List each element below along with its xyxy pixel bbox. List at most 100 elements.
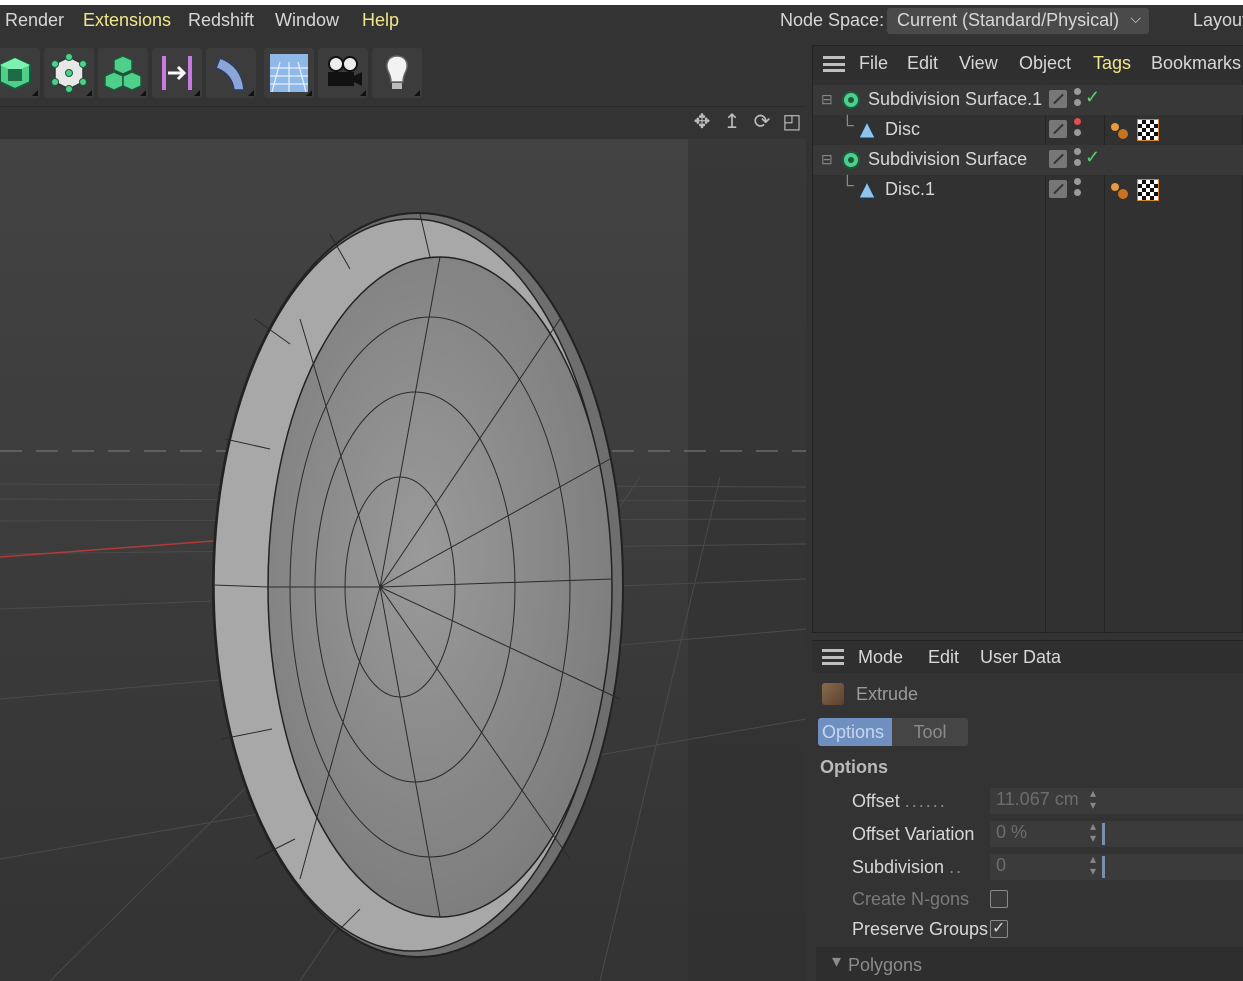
polygons-section-header[interactable]: ▾ Polygons	[816, 947, 1243, 981]
offset-slider[interactable]	[1102, 788, 1243, 814]
create-ngons-label: Create N-gons	[852, 889, 970, 909]
polygons-section-label: Polygons	[848, 955, 923, 975]
layout-label[interactable]: Layout	[1193, 10, 1243, 31]
object-row[interactable]: ⊟ Subdivision Surface ✓	[813, 145, 1243, 175]
offset-variation-input[interactable]: 0 % ▴ ▾	[990, 820, 1102, 847]
object-name[interactable]: Disc.1	[885, 179, 935, 200]
uvw-tag-icon[interactable]	[1137, 179, 1159, 201]
collapse-toggle-icon[interactable]: ⊟	[821, 151, 833, 168]
offset-label: Offset ......	[852, 791, 947, 811]
edit-visibility-icon[interactable]	[1049, 180, 1067, 198]
move-view-icon[interactable]: ✥	[690, 110, 714, 134]
subdivision-surface-icon	[842, 91, 860, 109]
om-menu-object[interactable]: Object	[1019, 53, 1071, 74]
menu-render[interactable]: Render	[5, 10, 64, 31]
object-row[interactable]: └ Disc.1	[813, 175, 1243, 205]
tab-options[interactable]: Options	[818, 718, 892, 746]
edit-visibility-icon[interactable]	[1049, 150, 1067, 168]
rotate-view-icon[interactable]: ⟳	[750, 110, 774, 134]
camera-icon	[328, 56, 362, 86]
light-tool-button[interactable]	[372, 48, 422, 98]
object-name[interactable]: Subdivision Surface.1	[868, 89, 1042, 110]
spinner-arrows-icon[interactable]: ▴ ▾	[1090, 853, 1096, 877]
main-menubar: Render Extensions Redshift Window Help N…	[0, 5, 1243, 37]
edit-visibility-icon[interactable]	[1049, 120, 1067, 138]
om-menu-tags[interactable]: Tags	[1093, 53, 1131, 74]
uvw-tag-icon[interactable]	[1137, 119, 1159, 141]
disc-mesh	[212, 212, 624, 958]
floor-icon	[270, 54, 308, 93]
attribute-manager-menubar: Mode Edit User Data	[812, 641, 1243, 673]
offset-variation-label: Offset Variation	[852, 824, 975, 844]
menu-extensions[interactable]: Extensions	[83, 10, 171, 31]
viewport-header: ✥ ↥ ⟳ ◰	[0, 107, 806, 139]
am-menu-edit[interactable]: Edit	[928, 647, 959, 668]
hamburger-menu-icon[interactable]	[823, 56, 845, 72]
polygon-tool-button[interactable]	[44, 48, 94, 98]
menu-help[interactable]: Help	[362, 10, 399, 31]
polygon-object-icon	[858, 120, 876, 139]
cube-tool-button[interactable]	[0, 48, 40, 98]
om-menu-edit[interactable]: Edit	[907, 53, 938, 74]
visibility-dots-icon[interactable]	[1074, 88, 1082, 112]
node-space-value: Current (Standard/Physical)	[897, 10, 1120, 30]
menu-window[interactable]: Window	[275, 10, 339, 31]
floor-tool-button[interactable]	[264, 48, 314, 98]
spinner-arrows-icon[interactable]: ▴ ▾	[1090, 820, 1096, 844]
am-menu-mode[interactable]: Mode	[858, 647, 903, 668]
tab-tool[interactable]: Tool	[892, 718, 968, 746]
object-row[interactable]: ⊟ Subdivision Surface.1 ✓	[813, 85, 1243, 115]
offset-input[interactable]: 11.067 cm ▴ ▾	[990, 787, 1102, 814]
object-manager-menubar: File Edit View Object Tags Bookmarks	[813, 46, 1243, 80]
camera-tool-button[interactable]	[318, 48, 368, 98]
node-space-label: Node Space:	[780, 10, 885, 30]
polygon-mesh-icon	[51, 53, 87, 93]
light-icon	[386, 55, 408, 89]
visibility-dots-icon[interactable]	[1074, 148, 1082, 172]
object-name[interactable]: Disc	[885, 119, 920, 140]
collapse-toggle-icon[interactable]: ⊟	[821, 91, 833, 108]
bend-deformer-button[interactable]	[206, 48, 256, 98]
object-row[interactable]: └ Disc	[813, 115, 1243, 145]
offset-variation-slider[interactable]	[1102, 821, 1243, 847]
tool-title: Extrude	[856, 684, 919, 704]
tree-connector: └	[841, 175, 854, 195]
spline-align-button[interactable]	[152, 48, 202, 98]
om-menu-view[interactable]: View	[959, 53, 998, 74]
spinner-arrows-icon[interactable]: ▴ ▾	[1090, 787, 1096, 811]
edit-visibility-icon[interactable]	[1049, 90, 1067, 108]
attribute-manager-panel: Mode Edit User Data Extrude Options Tool…	[812, 640, 1243, 981]
viewport-scene	[0, 139, 806, 981]
zoom-view-icon[interactable]: ↥	[720, 110, 744, 134]
subdivision-input[interactable]: 0 ▴ ▾	[990, 853, 1102, 880]
cloner-icon	[104, 55, 142, 91]
create-ngons-checkbox[interactable]	[990, 890, 1008, 908]
preserve-groups-checkbox[interactable]	[990, 918, 1008, 938]
node-space-dropdown[interactable]: Current (Standard/Physical) ⌵	[887, 8, 1149, 34]
3d-viewport[interactable]: ✥ ↥ ⟳ ◰	[0, 106, 806, 981]
material-tag-icon[interactable]	[1109, 181, 1131, 201]
visibility-dots-icon[interactable]	[1074, 178, 1082, 202]
object-name[interactable]: Subdivision Surface	[868, 149, 1027, 170]
om-menu-bookmarks[interactable]: Bookmarks	[1151, 53, 1241, 74]
enabled-check-icon[interactable]: ✓	[1085, 87, 1100, 108]
cloner-tool-button[interactable]	[98, 48, 148, 98]
preserve-groups-label: Preserve Groups	[852, 919, 989, 939]
attribute-tabs: Options Tool	[818, 718, 968, 746]
material-tag-icon[interactable]	[1109, 121, 1131, 141]
spline-align-icon	[162, 56, 192, 90]
om-menu-file[interactable]: File	[859, 53, 888, 74]
extrude-tool-icon	[822, 683, 844, 705]
subdivision-slider[interactable]	[1102, 854, 1243, 880]
maximize-view-icon[interactable]: ◰	[780, 110, 804, 134]
object-manager-panel: File Edit View Object Tags Bookmarks ⊟ S…	[812, 45, 1243, 634]
menu-redshift[interactable]: Redshift	[188, 10, 254, 31]
enabled-check-icon[interactable]: ✓	[1085, 147, 1100, 168]
am-menu-user-data[interactable]: User Data	[980, 647, 1061, 668]
visibility-dots-icon[interactable]	[1074, 118, 1082, 142]
command-toolbar	[0, 42, 808, 100]
chevron-down-icon: ⌵	[1130, 10, 1141, 26]
subdivision-label: Subdivision ..	[852, 857, 964, 877]
hamburger-menu-icon[interactable]	[822, 649, 844, 665]
subdivision-surface-icon	[842, 151, 860, 169]
